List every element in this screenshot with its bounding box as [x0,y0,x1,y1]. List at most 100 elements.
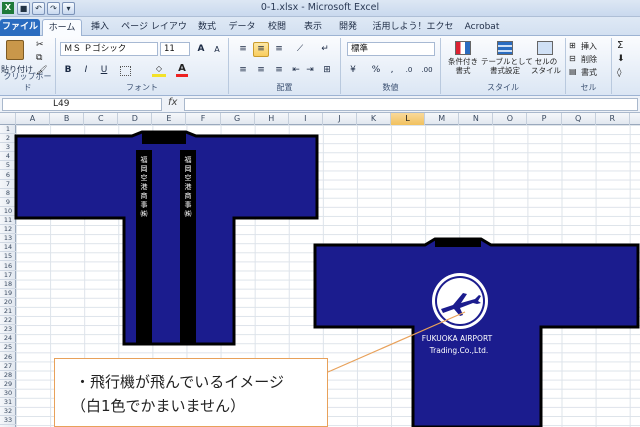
column-header-a[interactable]: A [16,113,51,125]
increase-decimal-button[interactable]: .0 [401,63,417,78]
column-header-j[interactable]: J [323,113,357,125]
align-left-button[interactable]: ≡ [235,63,251,78]
collar-top-back [435,238,481,247]
group-cells: ⊞ 挿入 ⊟ 削除 ▤ 書式 セル [566,38,612,94]
format-cells-button[interactable]: 書式 [581,67,597,78]
shrink-font-button[interactable]: A [210,42,224,57]
tab-review[interactable]: 校閲 [262,19,292,36]
column-header-b[interactable]: B [50,113,85,125]
font-size-select[interactable]: 11 [160,42,190,56]
insert-function-button[interactable]: fx [168,97,177,108]
cell-styles-button[interactable]: セルの スタイル [529,57,563,75]
decrease-indent-button[interactable]: ⇤ [289,63,303,78]
name-box[interactable]: L49 [2,98,162,111]
group-number: 標準 ¥ % , .0 .00 数値 [341,38,441,94]
tab-acrobat[interactable]: Acrobat [460,19,504,36]
tab-home[interactable]: ホーム [42,19,82,36]
tab-developer[interactable]: 開発 [333,19,363,36]
delete-cells-button[interactable]: 削除 [581,54,597,65]
column-header-m[interactable]: M [425,113,460,125]
orientation-button[interactable]: ⟋ [291,42,309,57]
italic-button[interactable]: I [78,63,94,78]
tab-insert[interactable]: 挿入 [84,19,116,36]
column-header-p[interactable]: P [528,113,562,125]
tab-file[interactable]: ファイル [0,19,40,36]
delete-cells-icon: ⊟ [569,54,576,63]
column-header-k[interactable]: K [357,113,392,125]
align-center-button[interactable]: ≡ [253,63,269,78]
fill-icon[interactable]: ⬇ [617,54,625,64]
format-as-table-icon[interactable] [497,41,513,55]
conditional-format-icon[interactable] [455,41,471,55]
underline-button[interactable]: U [96,63,112,78]
row-header-30[interactable]: 30 [0,389,16,398]
wrap-text-button[interactable]: ↵ [317,42,333,57]
align-right-button[interactable]: ≡ [271,63,287,78]
row-header-27[interactable]: 27 [0,362,16,371]
group-clipboard: 貼り付け ✂ ⧉ 🖌 クリップボード [0,38,56,94]
collar-top [142,132,186,144]
increase-indent-button[interactable]: ⇥ [303,63,317,78]
insert-cells-button[interactable]: 挿入 [581,41,597,52]
tab-formulas[interactable]: 数式 [192,19,222,36]
row-header-29[interactable]: 29 [0,380,16,389]
column-header-q[interactable]: Q [562,113,596,125]
align-bottom-button[interactable]: ≡ [271,42,287,57]
align-middle-button[interactable]: ≡ [253,42,269,57]
bold-button[interactable]: B [60,63,76,78]
row-header-32[interactable]: 32 [0,407,16,417]
column-header-r[interactable]: R [596,113,630,125]
column-header-e[interactable]: E [152,113,187,125]
column-header-g[interactable]: G [221,113,255,125]
column-header-o[interactable]: O [493,113,528,125]
happi-front-image[interactable]: 福岡空港商事㈱ 福岡空港商事㈱ [14,130,320,348]
font-name-select[interactable]: ＭＳ Ｐゴシック [60,42,158,56]
select-all-corner[interactable] [0,113,16,125]
copy-icon[interactable]: ⧉ [36,53,42,63]
tab-data[interactable]: データ [226,19,258,36]
grow-font-button[interactable]: A [194,42,208,57]
cell-styles-icon[interactable] [537,41,553,55]
format-as-table-button[interactable]: テーブルとして 書式設定 [481,57,533,75]
collar-text-right: 福岡空港商事㈱ [184,155,192,219]
cut-icon[interactable]: ✂ [36,40,44,50]
row-header-33[interactable]: 33 [0,416,16,426]
comma-button[interactable]: , [385,63,399,78]
align-top-button[interactable]: ≡ [235,42,251,57]
callout-box[interactable]: ・飛行機が飛んでいるイメージ （白1色でかまいません） [54,358,328,427]
decrease-decimal-button[interactable]: .00 [419,63,435,78]
group-alignment: ≡ ≡ ≡ ⟋ ↵ ≡ ≡ ≡ ⇤ ⇥ ⊞ 配置 [229,38,341,94]
column-header-d[interactable]: D [118,113,153,125]
autosum-icon[interactable]: Σ [617,40,623,51]
window-title: 0-1.xlsx - Microsoft Excel [260,2,380,13]
paste-icon[interactable] [6,40,24,60]
row-header-28[interactable]: 28 [0,371,16,380]
callout-connector [327,311,466,373]
column-header-c[interactable]: C [84,113,119,125]
tab-excel-tips[interactable]: 活用しよう！エクセル [369,19,457,48]
percent-button[interactable]: % [369,63,383,78]
column-header-f[interactable]: F [187,113,221,125]
row-header-31[interactable]: 31 [0,398,16,407]
clear-icon[interactable]: ◊ [617,68,621,78]
group-label-number: 数値 [382,83,399,92]
column-header-l[interactable]: L [391,113,426,125]
borders-icon[interactable] [120,66,131,76]
tab-view[interactable]: 表示 [298,19,328,36]
ribbon: 貼り付け ✂ ⧉ 🖌 クリップボード ＭＳ Ｐゴシック 11 A A B I U… [0,36,640,96]
row-header-26[interactable]: 26 [0,353,16,362]
font-color-icon[interactable]: A [176,63,188,77]
currency-button[interactable]: ¥ [345,63,361,78]
formula-input[interactable] [184,98,638,111]
conditional-format-button[interactable]: 条件付き 書式 [443,57,483,75]
tab-page-layout[interactable]: ページ レイアウト [118,19,190,48]
column-header-i[interactable]: I [289,113,323,125]
merge-center-button[interactable]: ⊞ [319,63,335,78]
ribbon-tabs: ファイル ホーム 挿入 ページ レイアウト 数式 データ 校閲 表示 開発 活用… [0,17,640,48]
happi-front-body [14,130,319,346]
number-format-select[interactable]: 標準 [347,42,435,56]
fill-color-icon[interactable]: ◇ [152,64,166,77]
column-header-n[interactable]: N [459,113,494,125]
callout-line1: ・飛行機が飛んでいるイメージ [75,373,284,391]
column-header-h[interactable]: H [255,113,289,125]
